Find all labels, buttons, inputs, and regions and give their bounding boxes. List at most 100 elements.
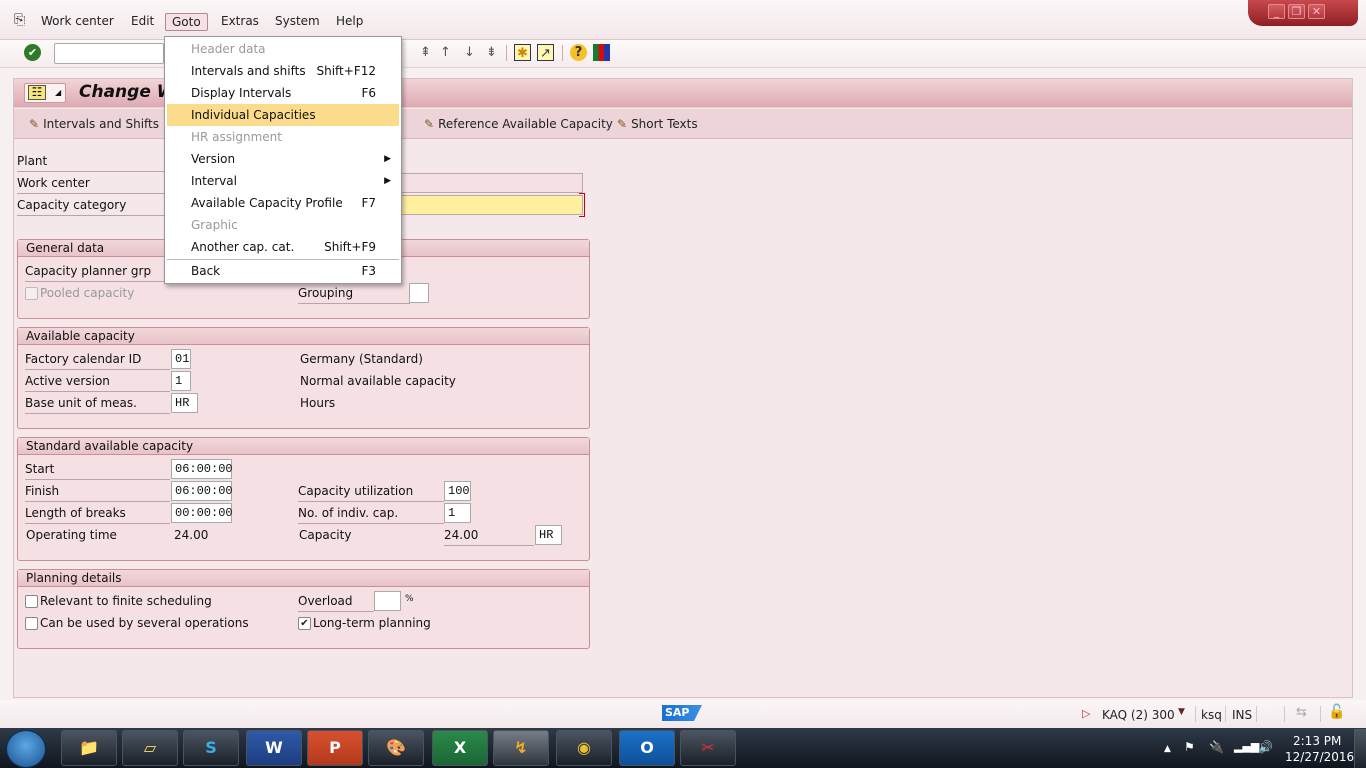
base-unit-field[interactable]: HR bbox=[171, 393, 198, 413]
close-button[interactable]: ✕ bbox=[1308, 4, 1325, 19]
status-separator bbox=[1284, 706, 1285, 722]
menu-item-intervals-and-shifts[interactable]: Intervals and shifts Shift+F12 bbox=[165, 60, 401, 82]
restore-button[interactable]: ❐ bbox=[1288, 4, 1305, 19]
action-center-icon[interactable]: ⚑ bbox=[1184, 740, 1195, 754]
shortcut-icon[interactable]: ↗ bbox=[537, 44, 554, 61]
goto-dropdown-menu: Header data Intervals and shifts Shift+F1… bbox=[164, 36, 402, 284]
system-menu-icon[interactable]: ⎘ bbox=[14, 12, 25, 28]
page-title: Change W bbox=[79, 82, 176, 102]
show-desktop-button[interactable] bbox=[1354, 729, 1366, 768]
indiv-cap-label: No. of indiv. cap. bbox=[298, 503, 444, 524]
taskbar-paint[interactable]: 🎨 bbox=[368, 730, 424, 766]
submenu-arrow-icon: ▶ bbox=[384, 154, 391, 164]
next-page-icon[interactable]: ↓ bbox=[461, 44, 478, 61]
menu-edit[interactable]: Edit bbox=[131, 14, 154, 28]
pencil-icon: ✎ bbox=[617, 117, 628, 131]
menu-item-hr-assignment: HR assignment bbox=[191, 130, 282, 144]
menu-item-another-cap-cat[interactable]: Another cap. cat. Shift+F9 bbox=[165, 236, 401, 258]
submenu-arrow-icon: ▶ bbox=[384, 176, 391, 186]
reference-available-capacity-button[interactable]: ✎ Reference Available Capacity bbox=[424, 117, 613, 131]
operating-time-value: 24.00 bbox=[174, 528, 209, 542]
taskbar-skype[interactable]: S bbox=[183, 730, 239, 766]
menu-item-interval[interactable]: Interval ▶ bbox=[165, 170, 401, 192]
lock-icon[interactable]: 🔓 bbox=[1328, 704, 1345, 720]
menu-item-available-capacity-profile[interactable]: Available Capacity Profile F7 bbox=[165, 192, 401, 214]
previous-page-icon[interactable]: ↑ bbox=[437, 44, 454, 61]
capacity-category-field[interactable] bbox=[395, 195, 583, 215]
breaks-field[interactable]: 00:00:00 bbox=[171, 503, 233, 523]
grouping-field[interactable] bbox=[409, 283, 429, 303]
create-session-icon[interactable]: ✱ bbox=[514, 44, 531, 61]
intervals-and-shifts-button[interactable]: ✎ Intervals and Shifts bbox=[29, 117, 159, 131]
plant-label: Plant bbox=[17, 151, 167, 172]
last-page-icon[interactable]: ⇟ bbox=[483, 44, 500, 61]
capacity-utilization-label: Capacity utilization bbox=[298, 481, 444, 502]
pencil-icon: ✎ bbox=[424, 117, 435, 131]
indiv-cap-field[interactable]: 1 bbox=[444, 503, 471, 523]
taskbar-excel[interactable]: X bbox=[432, 730, 488, 766]
taskbar-word[interactable]: W bbox=[246, 730, 302, 766]
command-field[interactable] bbox=[54, 43, 164, 64]
power-icon[interactable]: 🔌 bbox=[1209, 740, 1224, 754]
pooled-capacity-checkbox bbox=[25, 287, 38, 300]
menu-item-display-intervals[interactable]: Display Intervals F6 bbox=[165, 82, 401, 104]
base-unit-desc: Hours bbox=[300, 396, 336, 410]
several-operations-checkbox[interactable] bbox=[25, 617, 38, 630]
menu-help[interactable]: Help bbox=[336, 14, 363, 28]
taskbar-chrome[interactable]: ◉ bbox=[556, 730, 612, 766]
clock-date[interactable]: 12/27/2016 bbox=[1285, 750, 1354, 764]
group-header: Available capacity bbox=[18, 328, 589, 345]
taskbar-outlook[interactable]: O bbox=[619, 730, 675, 766]
menu-item-individual-capacities[interactable]: Individual Capacities bbox=[167, 104, 399, 126]
factory-calendar-field[interactable]: 01 bbox=[171, 349, 191, 369]
compress-icon[interactable]: ⇆ bbox=[1296, 705, 1307, 720]
capacity-value: 24.00 bbox=[444, 525, 534, 546]
menu-system[interactable]: System bbox=[275, 14, 320, 28]
show-hidden-icons[interactable]: ▲ bbox=[1164, 744, 1171, 754]
start-button[interactable] bbox=[6, 730, 46, 768]
server-name: ksq bbox=[1201, 708, 1222, 722]
system-info[interactable]: KAQ (2) 300 bbox=[1102, 708, 1175, 722]
minimize-button[interactable]: _ bbox=[1268, 4, 1285, 19]
finish-field[interactable]: 06:00:00 bbox=[171, 481, 233, 501]
customize-layout-icon[interactable] bbox=[593, 44, 610, 61]
play-icon[interactable]: ▷ bbox=[1082, 707, 1090, 720]
work-center-field[interactable] bbox=[395, 173, 583, 193]
percent-unit: % bbox=[405, 594, 414, 604]
system-dropdown-icon[interactable]: ▼ bbox=[1178, 707, 1185, 717]
toolbar-separator bbox=[506, 45, 507, 61]
capacity-label: Capacity bbox=[299, 528, 352, 542]
active-version-field[interactable]: 1 bbox=[171, 371, 191, 391]
enter-icon[interactable]: ✔ bbox=[24, 44, 41, 61]
long-term-planning-label: Long-term planning bbox=[313, 616, 431, 630]
overload-field[interactable] bbox=[374, 591, 401, 611]
menu-goto[interactable]: Goto bbox=[165, 13, 208, 31]
volume-icon[interactable]: 🔊 bbox=[1258, 740, 1273, 754]
capacity-unit-field[interactable]: HR bbox=[535, 525, 562, 545]
taskbar-snipping-tool[interactable]: ✂ bbox=[680, 730, 736, 766]
menu-item-version[interactable]: Version ▶ bbox=[165, 148, 401, 170]
menu-item-back[interactable]: Back F3 bbox=[165, 260, 401, 282]
clock-time[interactable]: 2:13 PM bbox=[1293, 734, 1341, 748]
taskbar-sap-logon[interactable]: ↯ bbox=[493, 730, 549, 766]
long-term-planning-checkbox[interactable]: ✔ bbox=[298, 617, 311, 630]
factory-calendar-label: Factory calendar ID bbox=[25, 349, 170, 370]
active-version-label: Active version bbox=[25, 371, 170, 392]
help-icon[interactable]: ? bbox=[570, 44, 587, 61]
short-texts-button[interactable]: ✎ Short Texts bbox=[617, 117, 698, 131]
taskbar-sticky-notes[interactable]: ▱ bbox=[122, 730, 178, 766]
start-field[interactable]: 06:00:00 bbox=[171, 459, 233, 479]
first-page-icon[interactable]: ⇞ bbox=[417, 44, 434, 61]
capacity-category-label: Capacity category bbox=[17, 195, 167, 216]
menu-extras[interactable]: Extras bbox=[221, 14, 259, 28]
network-icon[interactable]: ▂▄▆ bbox=[1234, 740, 1259, 753]
start-label: Start bbox=[25, 459, 170, 480]
insert-mode[interactable]: INS bbox=[1232, 708, 1252, 722]
taskbar-powerpoint[interactable]: P bbox=[307, 730, 363, 766]
capacity-utilization-field[interactable]: 100 bbox=[444, 481, 471, 501]
operating-time-label: Operating time bbox=[26, 528, 117, 542]
context-menu-button[interactable]: ☷ ◢ bbox=[24, 83, 66, 103]
finite-scheduling-checkbox[interactable] bbox=[25, 595, 38, 608]
menu-work-center[interactable]: Work center bbox=[41, 14, 114, 28]
taskbar-file-explorer[interactable]: 📁 bbox=[61, 730, 117, 766]
